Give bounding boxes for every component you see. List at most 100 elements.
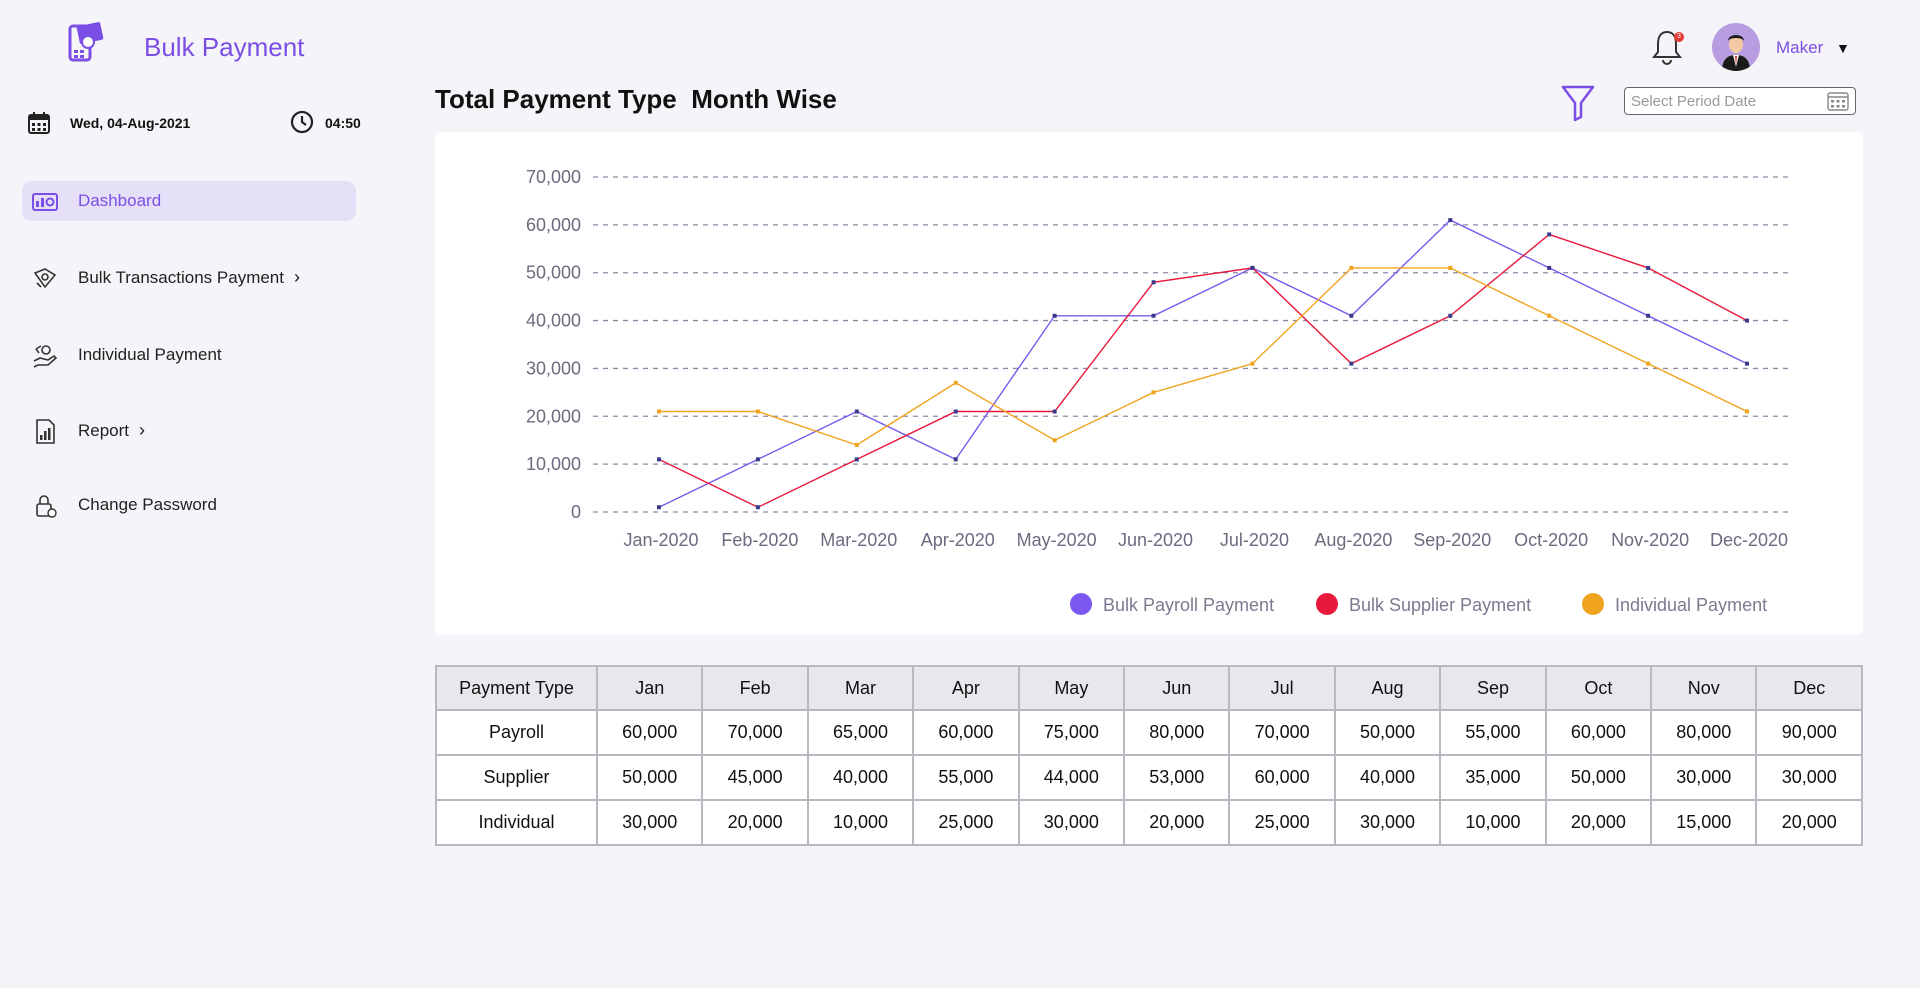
x-tick-label: Nov-2020	[1611, 530, 1689, 550]
table-cell: 15,000	[1650, 799, 1758, 846]
table-header-cell: Feb	[701, 665, 809, 711]
avatar[interactable]	[1712, 23, 1760, 71]
data-point	[755, 505, 760, 510]
table-cell: 90,000	[1755, 709, 1863, 756]
series-line	[659, 267, 1748, 446]
x-tick-label: Oct-2020	[1514, 530, 1588, 550]
user-name[interactable]: Maker	[1776, 38, 1823, 58]
data-point	[1547, 232, 1552, 237]
table-header-cell: Nov	[1650, 665, 1758, 711]
table-cell: 80,000	[1650, 709, 1758, 756]
legend-label: Bulk Supplier Payment	[1349, 595, 1531, 615]
clock-icon	[290, 110, 314, 134]
table-cell: 60,000	[595, 709, 704, 756]
table-cell: 50,000	[1333, 709, 1442, 756]
notification-badge: 3	[1674, 32, 1684, 42]
x-tick-label: Mar-2020	[820, 530, 897, 550]
table-cell: Supplier	[435, 754, 598, 801]
sidebar-item-label: Report ›	[78, 419, 146, 440]
current-date: Wed, 04-Aug-2021	[70, 115, 191, 131]
table-header-cell: Jun	[1123, 665, 1231, 711]
sidebar-item-dashboard[interactable]: Dashboard	[22, 181, 356, 221]
period-date-input[interactable]	[1631, 91, 1811, 111]
datetime-bar: Wed, 04-Aug-2021 04:50	[28, 110, 362, 136]
table-cell: 70,000	[701, 709, 809, 756]
series-line	[658, 233, 1748, 508]
data-point	[854, 443, 859, 447]
table-cell: 70,000	[1228, 709, 1336, 756]
data-point	[1349, 361, 1354, 366]
table-header-cell: May	[1017, 665, 1126, 711]
table-cell: 44,000	[1017, 754, 1126, 801]
data-point	[1052, 313, 1057, 318]
sidebar-item-report[interactable]: Report ›	[22, 410, 356, 450]
table-row: Supplier 50,000 45,000 40,000 55,000 44,…	[435, 754, 1863, 801]
caret-down-icon[interactable]: ▼	[1836, 40, 1850, 56]
data-point	[1151, 313, 1156, 318]
table-cell: 50,000	[595, 754, 704, 801]
table-cell: 75,000	[1017, 709, 1126, 756]
sidebar-item-individual-payment[interactable]: Individual Payment	[22, 335, 356, 375]
data-point	[1646, 313, 1651, 318]
y-tick-label: 70,000	[526, 167, 581, 187]
table-cell: 80,000	[1123, 709, 1231, 756]
data-point	[657, 457, 661, 462]
dashboard-icon	[32, 193, 58, 211]
y-tick-label: 10,000	[526, 454, 581, 474]
table-cell: 65,000	[806, 709, 915, 756]
legend-label: Individual Payment	[1615, 595, 1767, 615]
x-tick-label: Jun-2020	[1118, 530, 1193, 550]
legend-marker	[1070, 593, 1092, 615]
data-point	[1250, 361, 1255, 366]
legend-marker	[1582, 593, 1604, 615]
table-cell: 10,000	[806, 799, 915, 846]
table-cell: 53,000	[1123, 754, 1231, 801]
data-point	[1151, 390, 1156, 395]
filter-icon[interactable]	[1560, 84, 1596, 122]
table-row: Payroll 60,000 70,000 65,000 60,000 75,0…	[435, 709, 1863, 756]
sidebar-item-change-password[interactable]: Change Password	[22, 485, 356, 525]
table-cell: 25,000	[1228, 799, 1336, 846]
table-cell: 60,000	[1228, 754, 1336, 801]
x-tick-label: Apr-2020	[921, 530, 995, 550]
period-date-picker[interactable]	[1624, 87, 1856, 115]
wallet-phone-icon	[68, 22, 104, 62]
table-cell: 10,000	[1439, 799, 1547, 846]
sidebar-item-bulk-transactions[interactable]: Bulk Transactions Payment ›	[22, 257, 356, 297]
x-tick-label: Jan-2020	[623, 530, 698, 550]
sidebar-item-label: Individual Payment	[78, 345, 222, 364]
data-point	[1349, 265, 1354, 270]
chevron-right-icon: ›	[139, 419, 146, 440]
app-title: Bulk Payment	[144, 32, 305, 62]
hand-money-icon	[33, 345, 58, 368]
table-cell: 35,000	[1439, 754, 1547, 801]
y-tick-label: 0	[571, 502, 581, 522]
data-point	[1151, 280, 1156, 285]
report-icon	[36, 419, 55, 444]
data-point	[1349, 313, 1354, 318]
table-cell: 30,000	[1017, 799, 1126, 846]
data-point	[1547, 265, 1552, 270]
data-point	[1646, 265, 1651, 270]
data-point	[1646, 361, 1651, 366]
table-cell: 20,000	[1544, 799, 1653, 846]
data-point	[1052, 438, 1057, 443]
table-cell: 30,000	[1650, 754, 1758, 801]
table-header-cell: Apr	[912, 665, 1020, 711]
table-cell: 55,000	[912, 754, 1020, 801]
x-tick-label: May-2020	[1017, 530, 1097, 550]
data-point	[953, 409, 958, 414]
transactions-icon	[33, 268, 57, 289]
chart-card: 70,000 60,000 50,000 40,000 30,000 20,000 10,0…	[435, 132, 1863, 635]
table-cell: 30,000	[1333, 799, 1442, 846]
table-cell: 30,000	[595, 799, 704, 846]
chevron-right-icon: ›	[293, 266, 300, 287]
calendar-icon[interactable]	[1827, 91, 1849, 111]
table-header-cell: Dec	[1755, 665, 1863, 711]
payment-table: Payment Type Jan Feb Mar Apr May Jun Jul…	[435, 665, 1863, 846]
sidebar-item-label: Dashboard	[78, 191, 162, 210]
data-point	[657, 409, 661, 414]
table-cell: 20,000	[1123, 799, 1231, 846]
table-cell: 50,000	[1544, 754, 1653, 801]
table-cell: 45,000	[701, 754, 809, 801]
